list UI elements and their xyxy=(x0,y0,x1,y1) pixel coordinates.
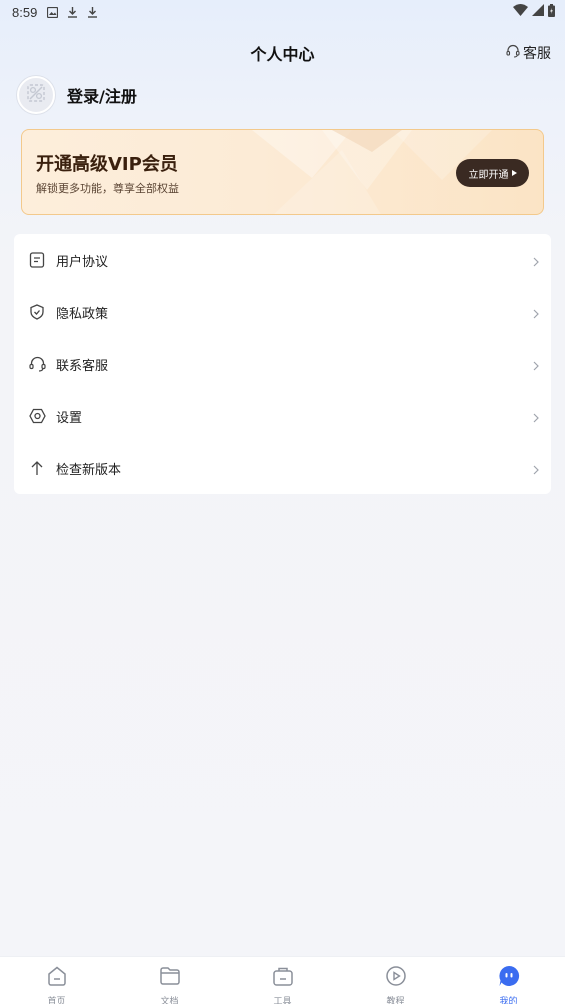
menu-item-label: 隐私政策 xyxy=(56,306,109,322)
status-time: 8:59 xyxy=(12,4,38,20)
status-bar: 8:59 xyxy=(0,0,565,24)
settings-icon xyxy=(28,407,46,425)
signal-icon xyxy=(532,4,544,20)
nav-item-tools[interactable]: 工具 xyxy=(226,957,339,1004)
menu-item-check-update[interactable]: 检查新版本 xyxy=(14,442,551,494)
menu-item-label: 联系客服 xyxy=(56,358,109,374)
nav-item-label: 我的 xyxy=(499,997,518,1004)
chevron-right-icon xyxy=(533,252,539,271)
nav-item-mine[interactable]: 我的 xyxy=(452,957,565,1004)
page-header: 个人中心 客服 xyxy=(0,38,565,68)
chevron-right-icon xyxy=(533,460,539,479)
arrow-up-icon xyxy=(28,459,46,477)
avatar-placeholder-icon xyxy=(25,82,47,108)
login-row[interactable]: 登录/注册 xyxy=(17,75,137,115)
chevron-right-icon xyxy=(533,356,539,375)
triangle-right-icon xyxy=(511,168,517,179)
nav-item-documents[interactable]: 文档 xyxy=(113,957,226,1004)
menu-item-contact-service[interactable]: 联系客服 xyxy=(14,338,551,390)
menu-item-privacy-policy[interactable]: 隐私政策 xyxy=(14,286,551,338)
vip-open-button-label: 立即开通 xyxy=(468,169,509,181)
profile-screen: 8:59 个人中心 客服 登录/注册 开通高级VIP会员 解锁更多功能，尊享全部… xyxy=(0,0,565,1004)
play-icon xyxy=(385,965,407,991)
customer-service-button[interactable]: 客服 xyxy=(506,43,551,63)
nav-item-label: 文档 xyxy=(160,997,179,1004)
avatar[interactable] xyxy=(17,76,55,114)
nav-item-label: 工具 xyxy=(273,997,292,1004)
settings-menu: 用户协议 隐私政策 联系客服 设置 检查新版本 xyxy=(14,234,551,494)
headset-icon xyxy=(506,44,520,62)
nav-item-tutorials[interactable]: 教程 xyxy=(339,957,452,1004)
menu-item-label: 用户协议 xyxy=(56,254,109,270)
toolbox-icon xyxy=(272,965,294,991)
vip-open-button[interactable]: 立即开通 xyxy=(456,159,529,187)
home-icon xyxy=(46,965,68,991)
page-title: 个人中心 xyxy=(250,45,315,64)
document-icon xyxy=(28,251,46,269)
profile-icon xyxy=(498,965,520,991)
shield-check-icon xyxy=(28,303,46,321)
download-icon xyxy=(67,6,78,18)
nav-item-label: 教程 xyxy=(386,997,405,1004)
login-register-link[interactable]: 登录/注册 xyxy=(67,83,137,107)
wifi-icon xyxy=(513,4,528,20)
menu-item-settings[interactable]: 设置 xyxy=(14,390,551,442)
vip-subtitle: 解锁更多功能，尊享全部权益 xyxy=(36,182,179,195)
download-icon xyxy=(87,6,98,18)
battery-icon xyxy=(548,3,555,21)
bottom-nav: 首页 文档 工具 教程 我的 xyxy=(0,956,565,1004)
chevron-right-icon xyxy=(533,408,539,427)
headset-icon xyxy=(28,355,46,373)
customer-service-label: 客服 xyxy=(523,46,551,62)
photo-notification-icon xyxy=(47,6,59,18)
nav-item-home[interactable]: 首页 xyxy=(0,957,113,1004)
vip-title: 开通高级VIP会员 xyxy=(36,154,178,175)
folder-icon xyxy=(159,965,181,991)
menu-item-label: 检查新版本 xyxy=(56,462,122,478)
menu-item-label: 设置 xyxy=(56,410,83,426)
chevron-right-icon xyxy=(533,304,539,323)
menu-item-user-agreement[interactable]: 用户协议 xyxy=(14,234,551,286)
vip-banner[interactable]: 开通高级VIP会员 解锁更多功能，尊享全部权益 立即开通 xyxy=(21,129,544,215)
nav-item-label: 首页 xyxy=(47,997,66,1004)
